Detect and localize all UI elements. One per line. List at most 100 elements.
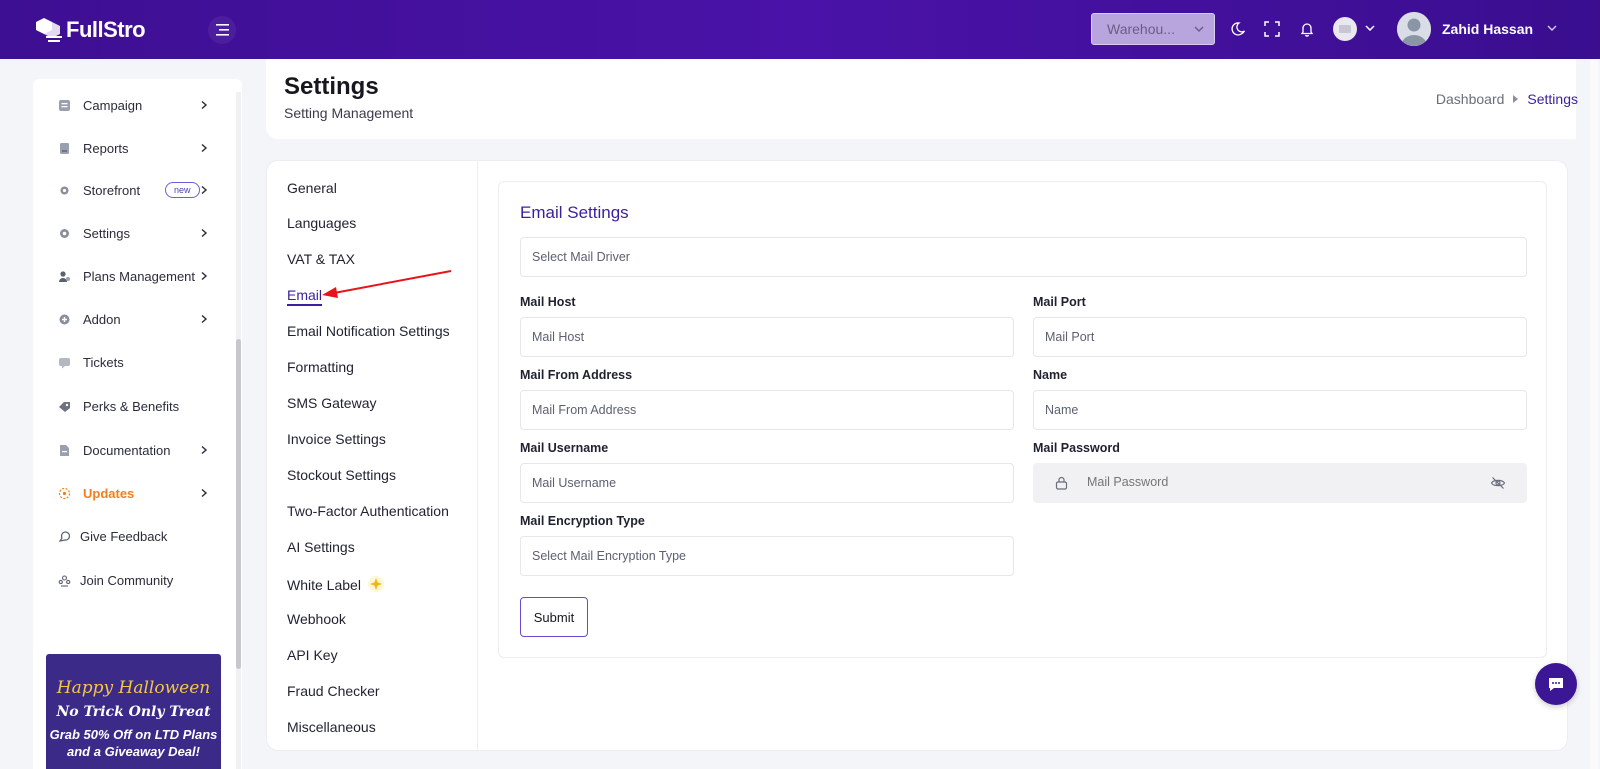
fullscreen-icon xyxy=(1264,21,1280,37)
sidebar-item-addon[interactable]: Addon xyxy=(33,305,242,333)
mail-host-label: Mail Host xyxy=(520,295,576,309)
community-icon xyxy=(57,573,71,587)
chat-support-button[interactable] xyxy=(1535,663,1577,705)
fullscreen-toggle[interactable] xyxy=(1262,19,1282,39)
sidebar-item-give-feedback[interactable]: Give Feedback xyxy=(33,522,242,550)
tickets-icon xyxy=(57,355,71,369)
settings-menu-general[interactable]: General xyxy=(287,180,337,196)
sidebar-scrollbar-thumb[interactable] xyxy=(236,339,241,669)
mail-from-label: Mail From Address xyxy=(520,368,633,382)
app-logo[interactable]: FullStro xyxy=(32,14,146,46)
user-avatar-icon xyxy=(1397,12,1431,46)
caret-right-icon xyxy=(1513,95,1519,103)
settings-menu-invoice[interactable]: Invoice Settings xyxy=(287,431,386,447)
sidebar-item-join-community[interactable]: Join Community xyxy=(33,566,242,594)
perks-icon xyxy=(57,399,71,413)
encryption-type-label: Mail Encryption Type xyxy=(520,514,645,528)
sidebar-item-updates[interactable]: Updates xyxy=(33,479,242,507)
bell-icon xyxy=(1300,23,1314,37)
settings-menu-api-key[interactable]: API Key xyxy=(287,647,338,663)
settings-menu-sms-gateway[interactable]: SMS Gateway xyxy=(287,395,376,411)
feedback-icon xyxy=(57,529,71,543)
encryption-type-placeholder: Select Mail Encryption Type xyxy=(532,549,687,563)
mail-driver-select[interactable]: Select Mail Driver xyxy=(520,237,1527,277)
chevron-right-icon xyxy=(201,271,208,281)
settings-menu-two-factor[interactable]: Two-Factor Authentication xyxy=(287,503,449,519)
chevron-right-icon xyxy=(201,143,208,153)
mail-host-input[interactable] xyxy=(532,330,1013,344)
sidebar-item-storefront[interactable]: Storefront new xyxy=(33,176,242,204)
avatar[interactable] xyxy=(1397,12,1431,46)
dark-mode-toggle[interactable] xyxy=(1229,19,1249,39)
plans-icon xyxy=(57,269,71,283)
campaign-icon xyxy=(57,98,71,112)
page-title: Settings xyxy=(284,73,379,100)
email-settings-title: Email Settings xyxy=(520,203,629,222)
sidebar-item-label: Perks & Benefits xyxy=(83,398,180,414)
sidebar-item-perks-benefits[interactable]: Perks & Benefits xyxy=(33,392,242,420)
chevron-right-icon xyxy=(201,445,208,455)
settings-menu-stockout[interactable]: Stockout Settings xyxy=(287,467,396,483)
reports-icon xyxy=(57,141,71,155)
mail-password-label: Mail Password xyxy=(1033,441,1120,455)
updates-icon xyxy=(57,486,71,500)
breadcrumb-dashboard[interactable]: Dashboard xyxy=(1436,91,1505,107)
logo-text: FullStro xyxy=(66,17,146,42)
mail-password-field xyxy=(1033,463,1527,503)
sidebar-item-label: Updates xyxy=(83,485,135,501)
settings-menu-ai[interactable]: AI Settings xyxy=(287,539,355,555)
chat-bubble-icon xyxy=(1549,677,1563,691)
settings-menu-webhook[interactable]: Webhook xyxy=(287,611,346,627)
sidebar-item-label: Settings xyxy=(83,225,130,241)
settings-menu-miscellaneous[interactable]: Miscellaneous xyxy=(287,719,376,735)
mail-from-input[interactable] xyxy=(532,403,1013,417)
mail-port-label: Mail Port xyxy=(1033,295,1086,309)
language-flag[interactable] xyxy=(1333,17,1357,41)
sidebar-item-plans-management[interactable]: Plans Management xyxy=(33,262,242,290)
name-input[interactable] xyxy=(1045,403,1526,417)
chevron-right-icon xyxy=(201,228,208,238)
menu-toggle-button[interactable] xyxy=(208,16,236,44)
chevron-down-icon[interactable] xyxy=(1365,25,1375,31)
settings-menu-formatting[interactable]: Formatting xyxy=(287,359,354,375)
submit-button[interactable]: Submit xyxy=(520,597,588,637)
notifications-button[interactable] xyxy=(1297,19,1317,39)
mail-driver-placeholder: Select Mail Driver xyxy=(532,250,630,264)
halloween-promo-banner[interactable]: Happy Halloween No Trick Only Treat Grab… xyxy=(46,654,221,769)
hamburger-icon xyxy=(216,24,229,36)
chevron-down-icon[interactable] xyxy=(1547,25,1557,31)
mail-port-field xyxy=(1033,317,1527,357)
sidebar-item-label: Campaign xyxy=(83,97,143,113)
eye-off-icon[interactable] xyxy=(1490,475,1506,491)
breadcrumb-current: Settings xyxy=(1527,91,1578,107)
promo-offer: Grab 50% Off on LTD Plans xyxy=(49,727,218,742)
sidebar-item-documentation[interactable]: Documentation xyxy=(33,436,242,464)
settings-menu-divider xyxy=(477,161,478,750)
encryption-type-select[interactable]: Select Mail Encryption Type xyxy=(520,536,1014,576)
settings-menu-email[interactable]: Email xyxy=(287,287,323,306)
settings-menu-email-notification[interactable]: Email Notification Settings xyxy=(287,323,450,339)
sidebar-item-campaign[interactable]: Campaign xyxy=(33,91,242,119)
settings-menu-fraud-checker[interactable]: Fraud Checker xyxy=(287,683,380,699)
user-name[interactable]: Zahid Hassan xyxy=(1442,21,1533,37)
mail-password-input[interactable] xyxy=(1087,475,1447,489)
settings-menu-white-label[interactable]: White Label xyxy=(287,575,385,593)
settings-menu-languages[interactable]: Languages xyxy=(287,215,356,231)
mail-port-input[interactable] xyxy=(1045,330,1526,344)
sidebar-item-tickets[interactable]: Tickets xyxy=(33,348,242,376)
top-header: FullStro Warehou... Zahid Hassan xyxy=(0,0,1600,59)
name-label: Name xyxy=(1033,368,1068,382)
sidebar-item-reports[interactable]: Reports xyxy=(33,134,242,162)
mail-username-label: Mail Username xyxy=(520,441,609,455)
page-scrollbar[interactable] xyxy=(1590,60,1598,769)
sidebar-item-label: Storefront xyxy=(83,182,141,198)
settings-menu-vat-tax[interactable]: VAT & TAX xyxy=(287,251,355,267)
chevron-down-icon xyxy=(1194,26,1204,32)
settings-icon xyxy=(57,226,71,240)
documentation-icon xyxy=(57,443,71,457)
mail-username-input[interactable] xyxy=(532,476,1013,490)
warehouse-select[interactable]: Warehou... xyxy=(1091,13,1215,45)
sidebar-item-settings[interactable]: Settings xyxy=(33,219,242,247)
sidebar-item-label: Reports xyxy=(83,140,129,156)
promo-tagline: No Trick Only Treat xyxy=(56,704,211,720)
